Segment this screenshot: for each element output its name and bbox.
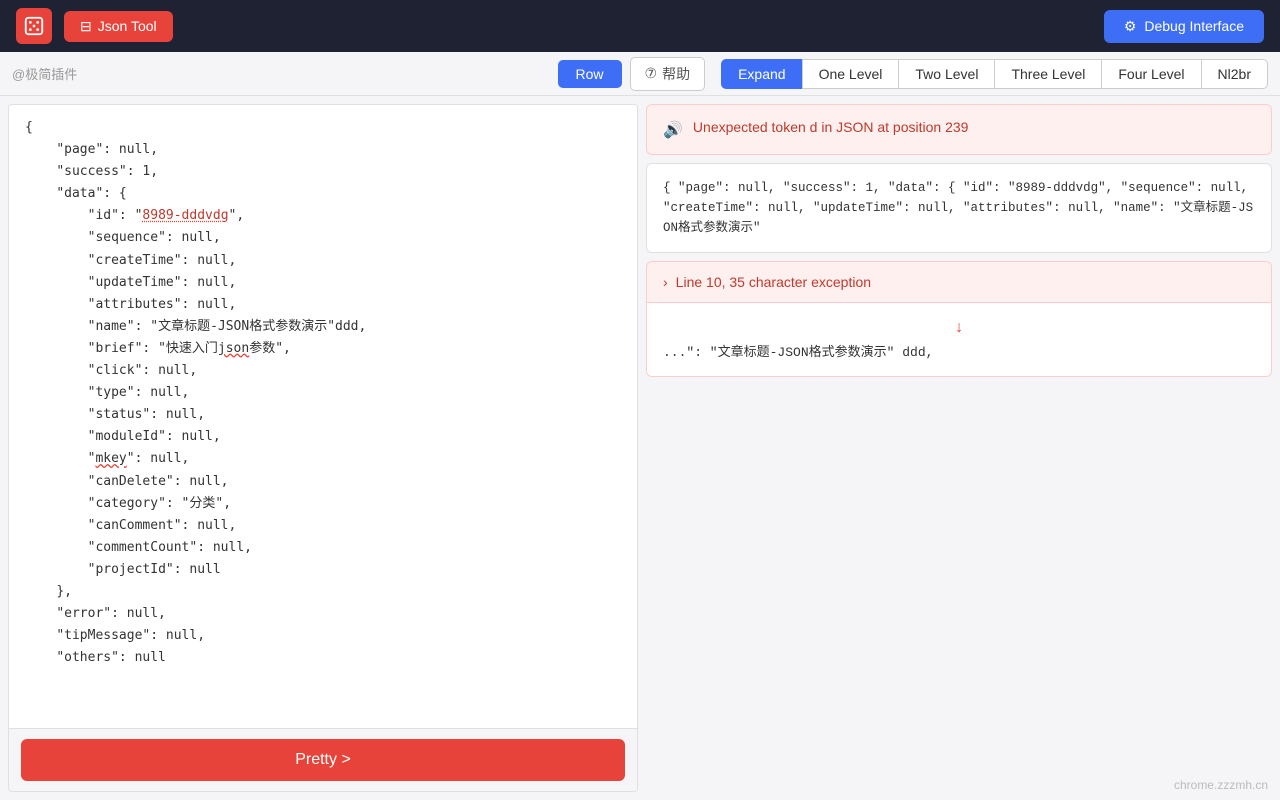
json-preview-text: { "page": null, "success": 1, "data": { … xyxy=(663,181,1253,235)
json-tool-button[interactable]: ⊟ Json Tool xyxy=(64,11,173,42)
tab-group: Expand One Level Two Level Three Level F… xyxy=(721,59,1268,89)
footer-watermark: chrome.zzzmh.cn xyxy=(646,778,1272,792)
footer-watermark-text: chrome.zzzmh.cn xyxy=(1174,778,1268,792)
error-card: 🔊 Unexpected token d in JSON at position… xyxy=(646,104,1272,155)
pretty-button[interactable]: Pretty > xyxy=(21,739,625,781)
exception-body: ↓ ...": "文章标题-JSON格式参数演示" ddd, xyxy=(647,302,1271,376)
debug-label: Debug Interface xyxy=(1144,18,1244,34)
tab-three-level[interactable]: Three Level xyxy=(994,59,1101,89)
help-button[interactable]: ⑦ 帮助 xyxy=(630,57,706,91)
json-tool-icon: ⊟ xyxy=(80,18,92,35)
exception-detail: ...": "文章标题-JSON格式参数演示" ddd, xyxy=(663,341,1255,360)
code-content: { "page": null, "success": 1, "data": { … xyxy=(25,117,621,669)
exception-header-text: Line 10, 35 character exception xyxy=(676,274,871,290)
right-panel: 🔊 Unexpected token d in JSON at position… xyxy=(646,104,1272,792)
debug-icon: ⚙ xyxy=(1124,18,1137,35)
tab-four-level[interactable]: Four Level xyxy=(1101,59,1200,89)
subheader-row: @极简插件 Row ⑦ 帮助 Expand One Level Two Leve… xyxy=(12,57,1268,91)
logo-icon xyxy=(16,8,52,44)
pretty-label: Pretty > xyxy=(295,751,351,769)
watermark-text: @极简插件 xyxy=(12,64,77,83)
tab-two-level[interactable]: Two Level xyxy=(898,59,994,89)
header-left: ⊟ Json Tool xyxy=(16,8,173,44)
code-editor[interactable]: { "page": null, "success": 1, "data": { … xyxy=(9,105,637,728)
dice-svg xyxy=(23,15,45,37)
subheader: @极简插件 Row ⑦ 帮助 Expand One Level Two Leve… xyxy=(0,52,1280,96)
tab-one-level[interactable]: One Level xyxy=(802,59,899,89)
exception-card: › Line 10, 35 character exception ↓ ..."… xyxy=(646,261,1272,377)
tab-expand[interactable]: Expand xyxy=(721,59,801,89)
pretty-btn-container: Pretty > xyxy=(9,728,637,791)
help-icon: ⑦ xyxy=(645,65,658,82)
help-label: 帮助 xyxy=(662,64,690,84)
debug-interface-button[interactable]: ⚙ Debug Interface xyxy=(1104,10,1264,43)
tab-nl2br[interactable]: Nl2br xyxy=(1201,59,1268,89)
left-panel: { "page": null, "success": 1, "data": { … xyxy=(8,104,638,792)
main-content: { "page": null, "success": 1, "data": { … xyxy=(0,96,1280,800)
json-preview-card: { "page": null, "success": 1, "data": { … xyxy=(646,163,1272,253)
arrow-down-icon: ↓ xyxy=(663,319,1255,337)
error-message: Unexpected token d in JSON at position 2… xyxy=(693,119,969,135)
error-icon: 🔊 xyxy=(663,120,683,140)
exception-header[interactable]: › Line 10, 35 character exception xyxy=(647,262,1271,302)
chevron-right-icon: › xyxy=(663,274,668,290)
row-button[interactable]: Row xyxy=(558,60,622,88)
header: ⊟ Json Tool ⚙ Debug Interface xyxy=(0,0,1280,52)
json-tool-label: Json Tool xyxy=(98,18,157,34)
